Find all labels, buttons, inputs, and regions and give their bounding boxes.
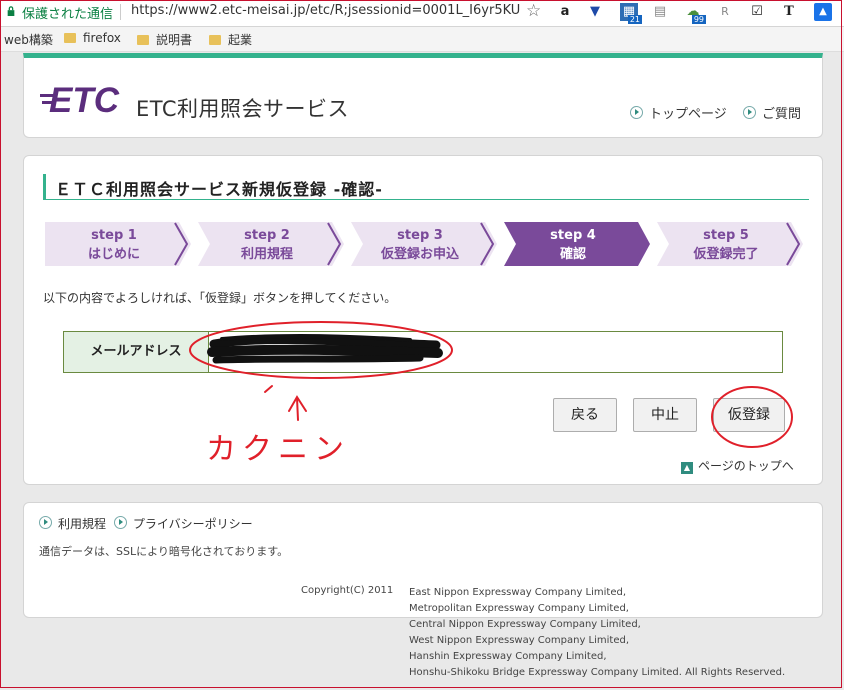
step-2: step 2 利用規程 bbox=[198, 222, 344, 266]
email-label: メールアドレス bbox=[64, 332, 209, 372]
step-label: 確認 bbox=[560, 246, 586, 262]
instruction-text: 以下の内容でよろしければ、「仮登録」ボタンを押してください。 bbox=[43, 291, 397, 305]
copyright-companies: East Nippon Expressway Company Limited, … bbox=[409, 585, 785, 681]
step-label: 仮登録お申込 bbox=[380, 246, 460, 262]
notes-extension-icon[interactable]: ▤ bbox=[651, 3, 669, 21]
footer-link-privacy[interactable]: プライバシーポリシー bbox=[113, 516, 253, 531]
step-number: step 2 bbox=[244, 228, 290, 243]
bookmark-label: firefox bbox=[83, 31, 121, 45]
address-bar[interactable]: 保護された通信 https://www2.etc-meisai.jp/etc/R… bbox=[0, 0, 844, 27]
page-up-icon: ▲ bbox=[681, 462, 693, 474]
step-4: step 4 確認 bbox=[504, 222, 650, 266]
email-table: メールアドレス bbox=[63, 331, 783, 373]
checkbox-extension-icon[interactable]: ☑ bbox=[748, 3, 766, 21]
bookmark-bar: web構築 firefox 説明書 起業 bbox=[0, 27, 844, 52]
arrow-circle-icon bbox=[630, 106, 643, 119]
arrow-circle-icon bbox=[743, 106, 756, 119]
nav-label: トップページ bbox=[649, 107, 727, 122]
calendar-badge: 21 bbox=[627, 15, 642, 24]
step-number: step 3 bbox=[397, 228, 443, 243]
folder-icon bbox=[137, 35, 149, 45]
footer-link-label: 利用規程 bbox=[58, 517, 107, 531]
nav-label: ご質問 bbox=[762, 107, 802, 122]
page-top-link[interactable]: ▲ ページのトップへ bbox=[681, 457, 794, 474]
bookmark-label: 説明書 bbox=[156, 33, 193, 47]
copyright-label: Copyright(C) 2011 bbox=[301, 585, 394, 596]
company-line: Metropolitan Expressway Company Limited, bbox=[409, 603, 629, 614]
lock-icon bbox=[7, 6, 15, 16]
security-label: 保護された通信 bbox=[22, 7, 114, 22]
step-label: 利用規程 bbox=[241, 246, 293, 262]
step-number: step 1 bbox=[91, 228, 137, 243]
step-label: はじめに bbox=[88, 247, 140, 262]
cancel-button[interactable]: 中止 bbox=[633, 398, 697, 432]
footer-links: 利用規程 プライバシーポリシー bbox=[39, 515, 253, 532]
step-number: step 5 bbox=[703, 228, 749, 243]
nav-faq[interactable]: ご質問 bbox=[743, 103, 801, 122]
bookmark-startup[interactable]: 起業 bbox=[209, 31, 252, 48]
company-line: Honshu-Shikoku Bridge Expressway Company… bbox=[409, 667, 786, 678]
calendar-extension-icon[interactable]: ▦ 21 bbox=[620, 3, 642, 24]
back-button[interactable]: 戻る bbox=[553, 398, 617, 432]
page-title: ＥＴＣ利用照会サービス新規仮登録 -確認- bbox=[43, 174, 809, 200]
etc-logo[interactable]: ETC bbox=[40, 82, 124, 116]
service-title: ETC利用照会サービス bbox=[136, 97, 350, 121]
arrow-circle-icon bbox=[39, 516, 52, 529]
rw-extension-icon[interactable]: R bbox=[716, 3, 734, 21]
company-line: West Nippon Expressway Company Limited, bbox=[409, 635, 630, 646]
step-progress: step 1 はじめに step 2 利用規程 step 3 仮登録お申込 step 4 確認… bbox=[45, 222, 803, 266]
nav-top-page[interactable]: トップページ bbox=[630, 103, 727, 122]
url-text[interactable]: https://www2.etc-meisai.jp/etc/R;jsessio… bbox=[131, 3, 521, 18]
step-1: step 1 はじめに bbox=[45, 222, 191, 266]
arrow-circle-icon bbox=[113, 516, 127, 529]
bookmark-star-icon[interactable]: ☆ bbox=[526, 1, 541, 21]
text-extension-icon[interactable]: T bbox=[780, 3, 798, 21]
main-panel: ＥＴＣ利用照会サービス新規仮登録 -確認- step 1 はじめに step 2 利用… bbox=[23, 155, 823, 485]
bookmark-web[interactable]: web構築 bbox=[4, 31, 53, 48]
bookmark-firefox[interactable]: firefox bbox=[64, 31, 121, 45]
company-line: Central Nippon Expressway Company Limite… bbox=[409, 619, 641, 630]
shield-extension-icon[interactable]: ▼ bbox=[586, 3, 604, 21]
page-title-text: ＥＴＣ利用照会サービス新規仮登録 -確認- bbox=[55, 180, 383, 199]
address-separator bbox=[120, 4, 121, 20]
site-header: ETC ETC利用照会サービス トップページ ご質問 bbox=[23, 53, 823, 138]
folder-icon bbox=[209, 35, 221, 45]
bookmark-label: 起業 bbox=[228, 33, 253, 47]
amazon-extension-icon[interactable]: a bbox=[556, 3, 574, 21]
ssl-note: 通信データは、SSLにより暗号化されております。 bbox=[39, 545, 289, 558]
page-top-label: ページのトップへ bbox=[698, 459, 794, 473]
step-number: step 4 bbox=[550, 228, 596, 243]
company-line: East Nippon Expressway Company Limited, bbox=[409, 587, 627, 598]
footer-link-label: プライバシーポリシー bbox=[132, 517, 253, 531]
svg-text:ETC: ETC bbox=[49, 82, 120, 116]
profile-icon[interactable]: ▲ bbox=[814, 3, 832, 21]
weather-extension-icon[interactable]: ☁ 99 bbox=[684, 3, 706, 24]
footer-link-terms[interactable]: 利用規程 bbox=[39, 516, 107, 531]
folder-icon bbox=[64, 33, 76, 43]
step-label: 仮登録完了 bbox=[692, 246, 758, 262]
bookmark-manual[interactable]: 説明書 bbox=[137, 31, 192, 48]
weather-badge: 99 bbox=[691, 15, 706, 24]
company-line: Hanshin Expressway Company Limited, bbox=[409, 651, 607, 662]
register-button[interactable]: 仮登録 bbox=[713, 398, 785, 432]
step-5: step 5 仮登録完了 bbox=[657, 222, 803, 266]
step-3: step 3 仮登録お申込 bbox=[351, 222, 497, 266]
